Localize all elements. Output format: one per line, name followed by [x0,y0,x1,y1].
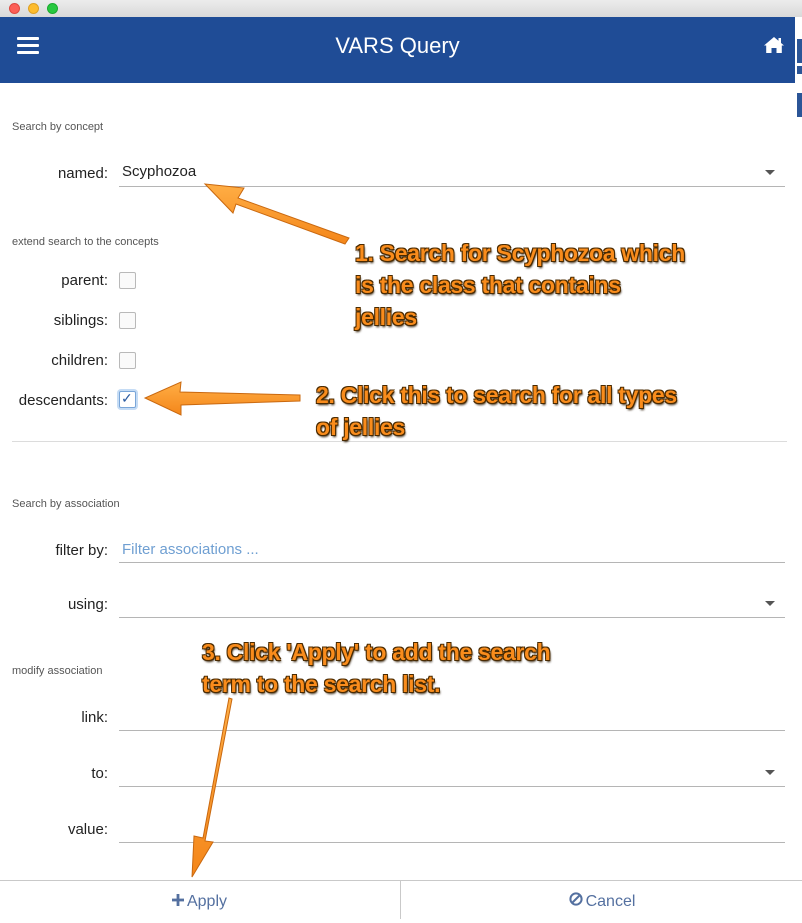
ban-icon [568,881,583,923]
zoom-window-button[interactable] [47,3,58,14]
cancel-button[interactable]: Cancel [400,881,802,919]
checkmark-icon: ✓ [121,390,133,406]
arrow-to-concept-select [203,183,350,245]
descendants-checkbox[interactable]: ✓ [119,390,136,408]
concept-select-value: Scyphozoa [122,163,197,180]
children-checkbox[interactable] [119,352,136,369]
using-select[interactable] [119,591,785,618]
app-bar: VARS Query [0,17,795,83]
to-label: to: [91,765,108,782]
chevron-down-icon [765,601,775,606]
chevron-down-icon [765,170,775,175]
app-title: VARS Query [335,33,460,58]
filter-associations-input[interactable] [119,537,785,563]
association-section-label: Search by association [12,498,120,510]
annotation-step-3: 3. Click 'Apply' to add the search term … [202,639,551,697]
cancel-button-label: Cancel [585,893,636,910]
home-icon[interactable] [763,36,785,59]
descendants-label: descendants: [18,392,108,409]
value-label: value: [67,821,108,838]
value-input[interactable] [119,817,785,843]
link-input[interactable] [119,705,785,731]
footer-bar: Apply Cancel [0,880,802,919]
annotation-step-1: 1. Search for Scyphozoa which is the cla… [355,240,686,330]
apply-button[interactable]: Apply [0,881,399,919]
link-label: link: [81,709,108,726]
concept-section-label: Search by concept [12,121,104,133]
parent-label: parent: [61,272,108,289]
concept-select[interactable]: Scyphozoa [119,160,785,187]
annotation-step-2: 2. Click this to search for all types of… [316,382,677,440]
named-label: named: [57,165,108,182]
children-label: children: [51,352,108,369]
chevron-down-icon [765,770,775,775]
plus-icon [171,881,184,923]
minimize-window-button[interactable] [28,3,39,14]
using-label: using: [67,596,108,613]
modify-section-label: modify association [12,665,103,677]
apply-button-label: Apply [186,893,228,910]
background-window-edge [795,17,802,137]
window-titlebar [0,0,802,18]
extend-section-label: extend search to the concepts [12,236,159,248]
siblings-checkbox[interactable] [119,312,136,329]
parent-checkbox[interactable] [119,272,136,289]
arrow-to-descendants-checkbox [143,381,301,416]
filter-by-label: filter by: [55,542,108,559]
siblings-label: siblings: [53,312,108,329]
to-select[interactable] [119,760,785,787]
close-window-button[interactable] [9,3,20,14]
